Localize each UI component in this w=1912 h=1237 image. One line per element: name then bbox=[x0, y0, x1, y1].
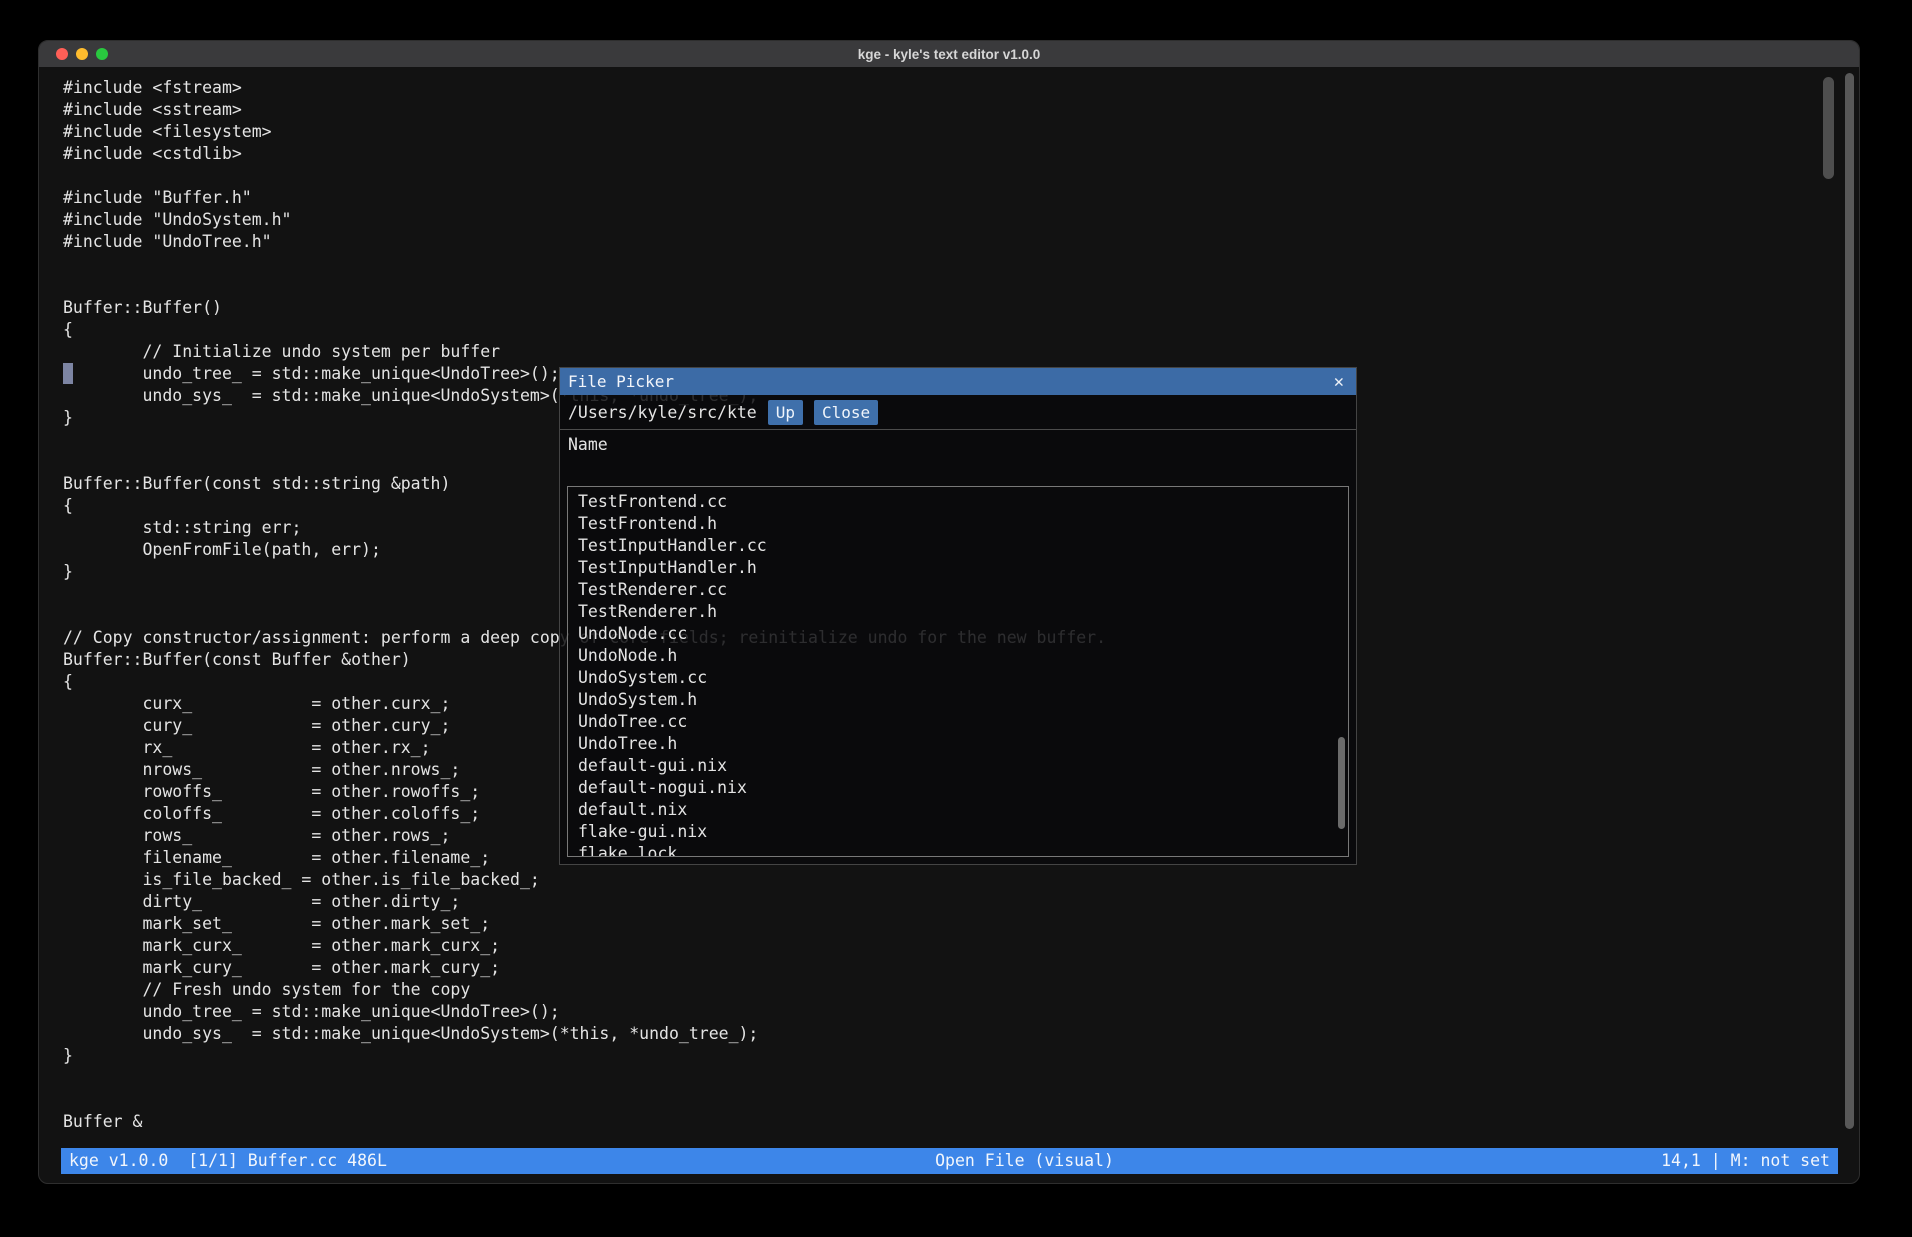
status-bar: kge v1.0.0 [1/1] Buffer.cc 486L Open Fil… bbox=[61, 1148, 1838, 1174]
up-button[interactable]: Up bbox=[768, 400, 803, 425]
code-line: Buffer & bbox=[63, 1111, 1859, 1133]
dialog-close-icon[interactable]: ✕ bbox=[1334, 372, 1344, 392]
file-list-item[interactable]: TestInputHandler.h bbox=[578, 558, 1348, 580]
code-line: #include <filesystem> bbox=[63, 121, 1859, 143]
window-scrollbar[interactable] bbox=[1845, 73, 1854, 1129]
file-list-item[interactable]: UndoTree.h bbox=[578, 734, 1348, 756]
file-list-item[interactable]: flake-gui.nix bbox=[578, 822, 1348, 844]
window-titlebar[interactable]: kge - kyle's text editor v1.0.0 bbox=[39, 41, 1859, 67]
code-line bbox=[63, 165, 1859, 187]
status-mode: Open File (visual) bbox=[935, 1151, 1114, 1170]
desktop-background: kge - kyle's text editor v1.0.0 #include… bbox=[0, 0, 1912, 1237]
status-left: kge v1.0.0 [1/1] Buffer.cc 486L bbox=[69, 1151, 387, 1170]
file-list-item[interactable]: default-nogui.nix bbox=[578, 778, 1348, 800]
code-line bbox=[63, 275, 1859, 297]
code-line: #include "UndoTree.h" bbox=[63, 231, 1859, 253]
minimize-window-button[interactable] bbox=[76, 48, 88, 60]
code-line bbox=[63, 1089, 1859, 1111]
code-line: #include "Buffer.h" bbox=[63, 187, 1859, 209]
code-line: { bbox=[63, 319, 1859, 341]
file-list-item[interactable]: TestRenderer.cc bbox=[578, 580, 1348, 602]
close-window-button[interactable] bbox=[56, 48, 68, 60]
code-line: #include "UndoSystem.h" bbox=[63, 209, 1859, 231]
file-list-item[interactable]: default.nix bbox=[578, 800, 1348, 822]
code-line: is_file_backed_ = other.is_file_backed_; bbox=[63, 869, 1859, 891]
column-header-name: Name bbox=[560, 430, 1356, 459]
code-line: undo_tree_ = std::make_unique<UndoTree>(… bbox=[63, 1001, 1859, 1023]
code-line: #include <cstdlib> bbox=[63, 143, 1859, 165]
code-line: dirty_ = other.dirty_; bbox=[63, 891, 1859, 913]
file-list-item[interactable]: UndoNode.cc bbox=[578, 624, 1348, 646]
file-picker-titlebar[interactable]: File Picker ✕ bbox=[560, 368, 1356, 395]
code-line: mark_cury_ = other.mark_cury_; bbox=[63, 957, 1859, 979]
file-list-item[interactable]: UndoNode.h bbox=[578, 646, 1348, 668]
close-button[interactable]: Close bbox=[814, 400, 878, 425]
text-cursor bbox=[63, 363, 73, 384]
file-list-item[interactable]: TestFrontend.cc bbox=[578, 492, 1348, 514]
code-line: #include <sstream> bbox=[63, 99, 1859, 121]
code-line bbox=[63, 253, 1859, 275]
file-picker-body: /Users/kyle/src/kte Up Close Name TestFr… bbox=[560, 395, 1356, 864]
code-line: undo_sys_ = std::make_unique<UndoSystem>… bbox=[63, 1023, 1859, 1045]
file-list-item[interactable]: TestRenderer.h bbox=[578, 602, 1348, 624]
code-line: } bbox=[63, 1045, 1859, 1067]
window-title: kge - kyle's text editor v1.0.0 bbox=[39, 47, 1859, 62]
code-line: // Fresh undo system for the copy bbox=[63, 979, 1859, 1001]
file-list-item[interactable]: TestFrontend.h bbox=[578, 514, 1348, 536]
code-line: #include <fstream> bbox=[63, 77, 1859, 99]
file-picker-title: File Picker bbox=[568, 372, 1334, 391]
file-list-item[interactable]: default-gui.nix bbox=[578, 756, 1348, 778]
code-line bbox=[63, 1067, 1859, 1089]
file-list-item[interactable]: UndoTree.cc bbox=[578, 712, 1348, 734]
zoom-window-button[interactable] bbox=[96, 48, 108, 60]
file-list-item[interactable]: UndoSystem.cc bbox=[578, 668, 1348, 690]
file-list-item[interactable]: flake.lock bbox=[578, 844, 1348, 857]
status-cursor-position: 14,1 | M: not set bbox=[1661, 1151, 1830, 1170]
file-items: TestFrontend.ccTestFrontend.hTestInputHa… bbox=[578, 492, 1348, 857]
file-picker-dialog: File Picker ✕ /Users/kyle/src/kte Up Clo… bbox=[559, 367, 1357, 865]
code-line: Buffer::Buffer() bbox=[63, 297, 1859, 319]
path-row: /Users/kyle/src/kte Up Close bbox=[560, 395, 1356, 429]
file-list[interactable]: TestFrontend.ccTestFrontend.hTestInputHa… bbox=[567, 486, 1349, 857]
code-line: mark_set_ = other.mark_set_; bbox=[63, 913, 1859, 935]
editor-window: kge - kyle's text editor v1.0.0 #include… bbox=[38, 40, 1860, 1184]
file-list-item[interactable]: TestInputHandler.cc bbox=[578, 536, 1348, 558]
editor-scrollbar-thumb[interactable] bbox=[1823, 77, 1834, 179]
traffic-lights bbox=[56, 41, 108, 67]
file-list-item[interactable]: UndoSystem.h bbox=[578, 690, 1348, 712]
file-list-scrollbar-thumb[interactable] bbox=[1338, 737, 1345, 829]
current-path: /Users/kyle/src/kte bbox=[568, 403, 757, 422]
code-line: // Initialize undo system per buffer bbox=[63, 341, 1859, 363]
code-line: mark_curx_ = other.mark_curx_; bbox=[63, 935, 1859, 957]
